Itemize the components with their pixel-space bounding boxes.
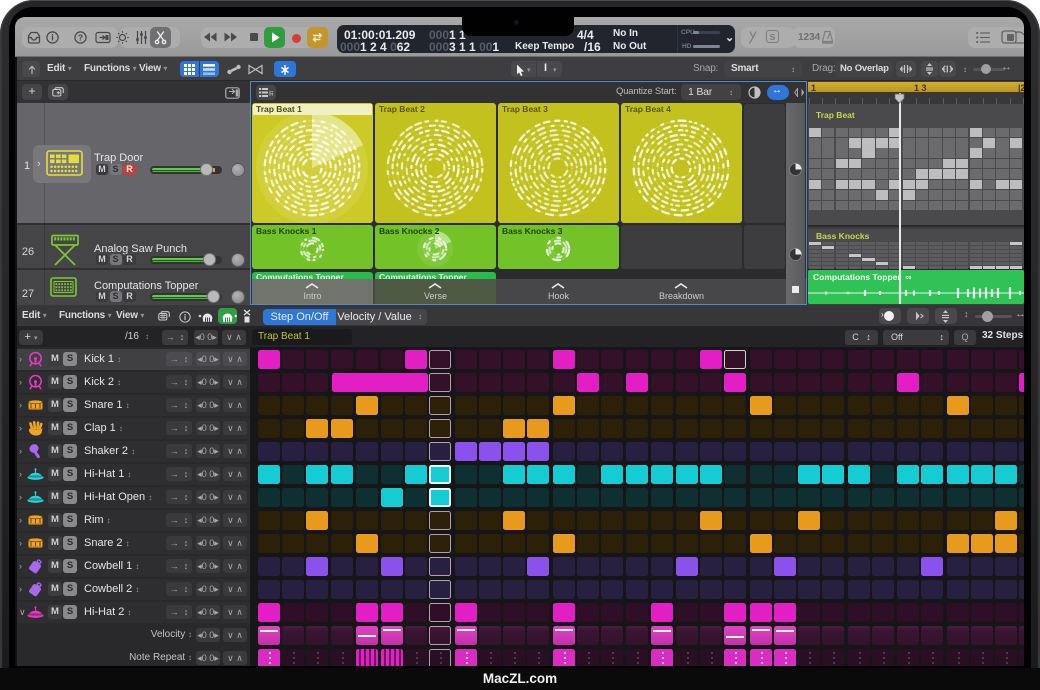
svg-text:?: ?	[78, 33, 83, 43]
svg-text:R: R	[269, 91, 273, 97]
svg-text:i: i	[51, 33, 54, 43]
svg-text:i: i	[184, 311, 186, 321]
